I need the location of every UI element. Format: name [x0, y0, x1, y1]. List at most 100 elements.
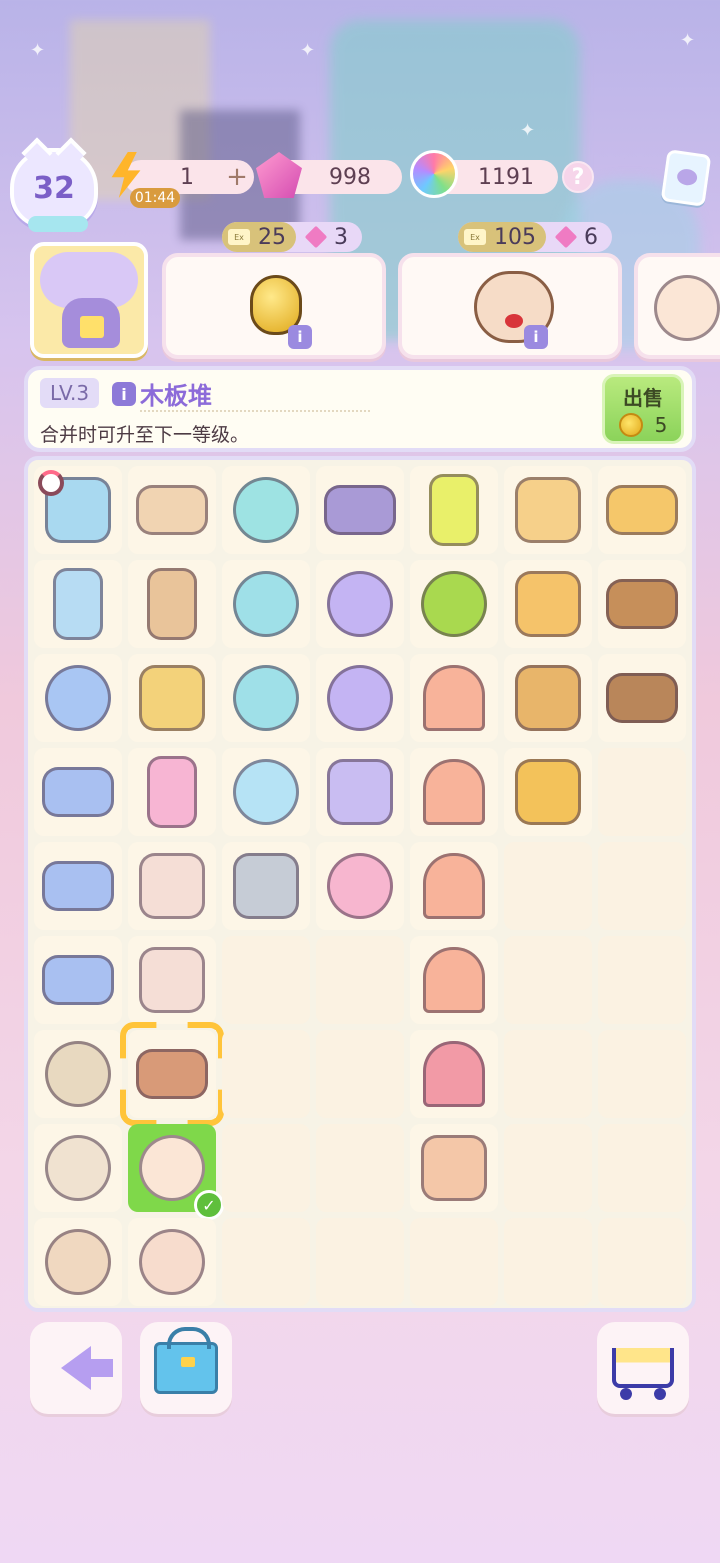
hamster-bottle-icon[interactable]: [139, 1229, 205, 1295]
empty-board-cell[interactable]: [504, 936, 592, 1024]
empty-board-cell[interactable]: [504, 1030, 592, 1118]
board-cell[interactable]: [34, 842, 122, 930]
scissors-icon[interactable]: [515, 759, 581, 825]
basket-icon[interactable]: [606, 579, 678, 629]
pet-tower-icon[interactable]: [53, 568, 103, 640]
empty-board-cell[interactable]: [598, 1030, 686, 1118]
board-cell[interactable]: [34, 560, 122, 648]
woven-basket-icon[interactable]: [606, 673, 678, 723]
calico-cat-eating-icon[interactable]: [45, 1229, 111, 1295]
empty-board-cell[interactable]: [222, 936, 310, 1024]
purple-book-icon[interactable]: [324, 485, 396, 535]
player-level-badge[interactable]: 32: [10, 137, 98, 232]
board-cell[interactable]: [316, 466, 404, 554]
board-cell[interactable]: [316, 654, 404, 742]
empty-board-cell[interactable]: [316, 936, 404, 1024]
board-cell[interactable]: [34, 654, 122, 742]
sell-button[interactable]: 出售 5: [602, 374, 684, 444]
hamster-bed-icon[interactable]: [327, 853, 393, 919]
order-card[interactable]: [634, 253, 720, 359]
board-cell[interactable]: [128, 560, 216, 648]
order-card[interactable]: i: [162, 253, 386, 359]
board-cell[interactable]: [34, 748, 122, 836]
board-cell[interactable]: [316, 842, 404, 930]
coral-icon[interactable]: [423, 665, 485, 731]
board-cell[interactable]: [410, 842, 498, 930]
board-cell[interactable]: [410, 1124, 498, 1212]
info-icon[interactable]: i: [112, 382, 136, 406]
fishing-rod-icon[interactable]: [421, 1135, 487, 1201]
lantern-box-icon[interactable]: [515, 477, 581, 543]
yarn-plug-icon[interactable]: [327, 759, 393, 825]
cloth-knot-icon[interactable]: [139, 853, 205, 919]
wood-stand-icon[interactable]: [136, 485, 208, 535]
empty-board-cell[interactable]: [504, 842, 592, 930]
empty-board-cell[interactable]: [222, 1218, 310, 1306]
empty-board-cell[interactable]: [316, 1030, 404, 1118]
board-cell[interactable]: [34, 1124, 122, 1212]
board-cell[interactable]: [316, 748, 404, 836]
info-icon[interactable]: i: [524, 325, 548, 349]
order-card[interactable]: i: [398, 253, 622, 359]
board-cell[interactable]: [410, 466, 498, 554]
fabric-sheet-icon[interactable]: [42, 955, 114, 1005]
empty-board-cell[interactable]: [222, 1124, 310, 1212]
empty-board-cell[interactable]: [598, 1124, 686, 1212]
board-cell[interactable]: [504, 560, 592, 648]
straw-bundle-icon[interactable]: [139, 665, 205, 731]
green-pouch-icon[interactable]: [421, 571, 487, 637]
board-cell[interactable]: [410, 1030, 498, 1118]
empty-board-cell[interactable]: [598, 842, 686, 930]
empty-board-cell[interactable]: [316, 1124, 404, 1212]
card-collection-icon[interactable]: [660, 149, 712, 207]
pink-spool-icon[interactable]: [147, 756, 197, 828]
board-cell[interactable]: [410, 748, 498, 836]
blue-cushion-icon[interactable]: [45, 665, 111, 731]
info-icon[interactable]: i: [288, 325, 312, 349]
spinning-top-icon[interactable]: [233, 759, 299, 825]
white-cat-bow-icon[interactable]: [139, 1135, 205, 1201]
shop-button[interactable]: [597, 1322, 689, 1414]
magnifier-icon[interactable]: [233, 571, 299, 637]
small-magnifier-icon[interactable]: [233, 665, 299, 731]
board-cell[interactable]: [504, 466, 592, 554]
board-cell[interactable]: [128, 1218, 216, 1306]
empty-board-cell[interactable]: [598, 936, 686, 1024]
empty-board-cell[interactable]: [504, 1124, 592, 1212]
board-cell[interactable]: [128, 1030, 216, 1118]
coral-icon[interactable]: [423, 947, 485, 1013]
board-cell[interactable]: [598, 560, 686, 648]
board-cell[interactable]: [222, 748, 310, 836]
board-cell[interactable]: [504, 654, 592, 742]
board-cell[interactable]: [34, 1030, 122, 1118]
board-cell[interactable]: [128, 842, 216, 930]
flower-basket-icon[interactable]: [606, 485, 678, 535]
purple-device-icon[interactable]: [327, 571, 393, 637]
calico-cat-bed-icon[interactable]: [45, 1135, 111, 1201]
board-cell[interactable]: [410, 560, 498, 648]
add-energy-button[interactable]: +: [220, 162, 254, 192]
fabric-rolls-icon[interactable]: [42, 767, 114, 817]
empty-board-cell[interactable]: [410, 1218, 498, 1306]
empty-board-cell[interactable]: [598, 748, 686, 836]
empty-board-cell[interactable]: [222, 1030, 310, 1118]
gift-generator[interactable]: [30, 242, 148, 358]
firefly-jar-icon[interactable]: [429, 474, 479, 546]
anchor-icon[interactable]: [233, 853, 299, 919]
storage-button[interactable]: [140, 1322, 232, 1414]
board-cell[interactable]: [34, 936, 122, 1024]
empty-board-cell[interactable]: [316, 1218, 404, 1306]
board-cell[interactable]: [410, 654, 498, 742]
fabric-roll-icon[interactable]: [42, 861, 114, 911]
heart-net-icon[interactable]: [515, 571, 581, 637]
board-cell[interactable]: [128, 466, 216, 554]
board-cell[interactable]: [34, 1218, 122, 1306]
board-cell[interactable]: [598, 466, 686, 554]
board-cell[interactable]: [222, 560, 310, 648]
empty-board-cell[interactable]: [598, 1218, 686, 1306]
racket-net-icon[interactable]: [515, 665, 581, 731]
back-button[interactable]: [30, 1322, 122, 1414]
help-button[interactable]: ?: [562, 161, 594, 193]
wood-planks-icon[interactable]: [136, 1049, 208, 1099]
empty-board-cell[interactable]: [504, 1218, 592, 1306]
